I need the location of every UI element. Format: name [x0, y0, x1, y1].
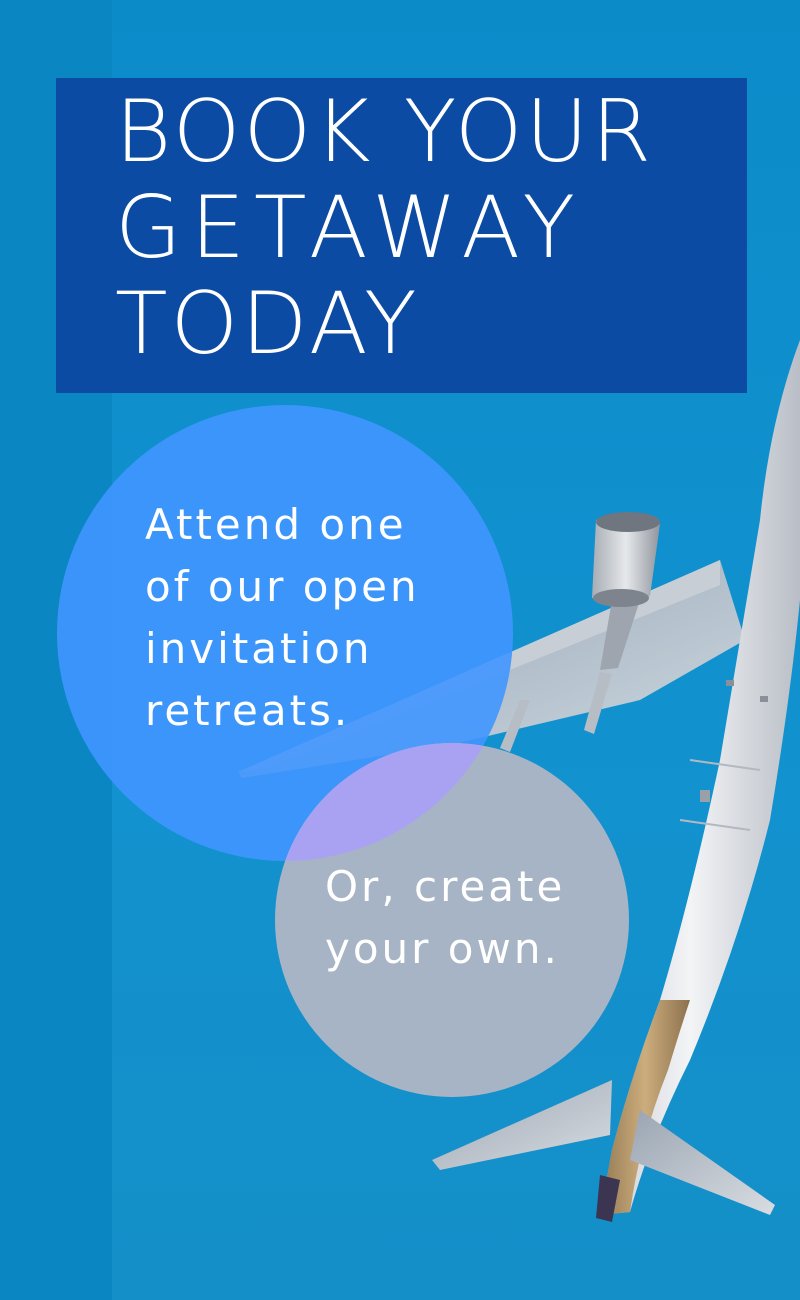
offer-text-line: Attend one — [145, 500, 407, 549]
offer-text: Attend one of our open invitation retrea… — [145, 494, 475, 742]
alternative-text-line: Or, create — [325, 862, 566, 911]
offer-text-line: of our open — [145, 562, 420, 611]
alternative-text: Or, create your own. — [325, 856, 615, 980]
ad-banner: BOOK YOUR GETAWAY TODAY Attend one of ou… — [0, 0, 800, 1300]
alternative-text-line: your own. — [325, 924, 560, 973]
offer-text-line: retreats. — [145, 686, 351, 735]
offer-text-line: invitation — [145, 624, 373, 673]
